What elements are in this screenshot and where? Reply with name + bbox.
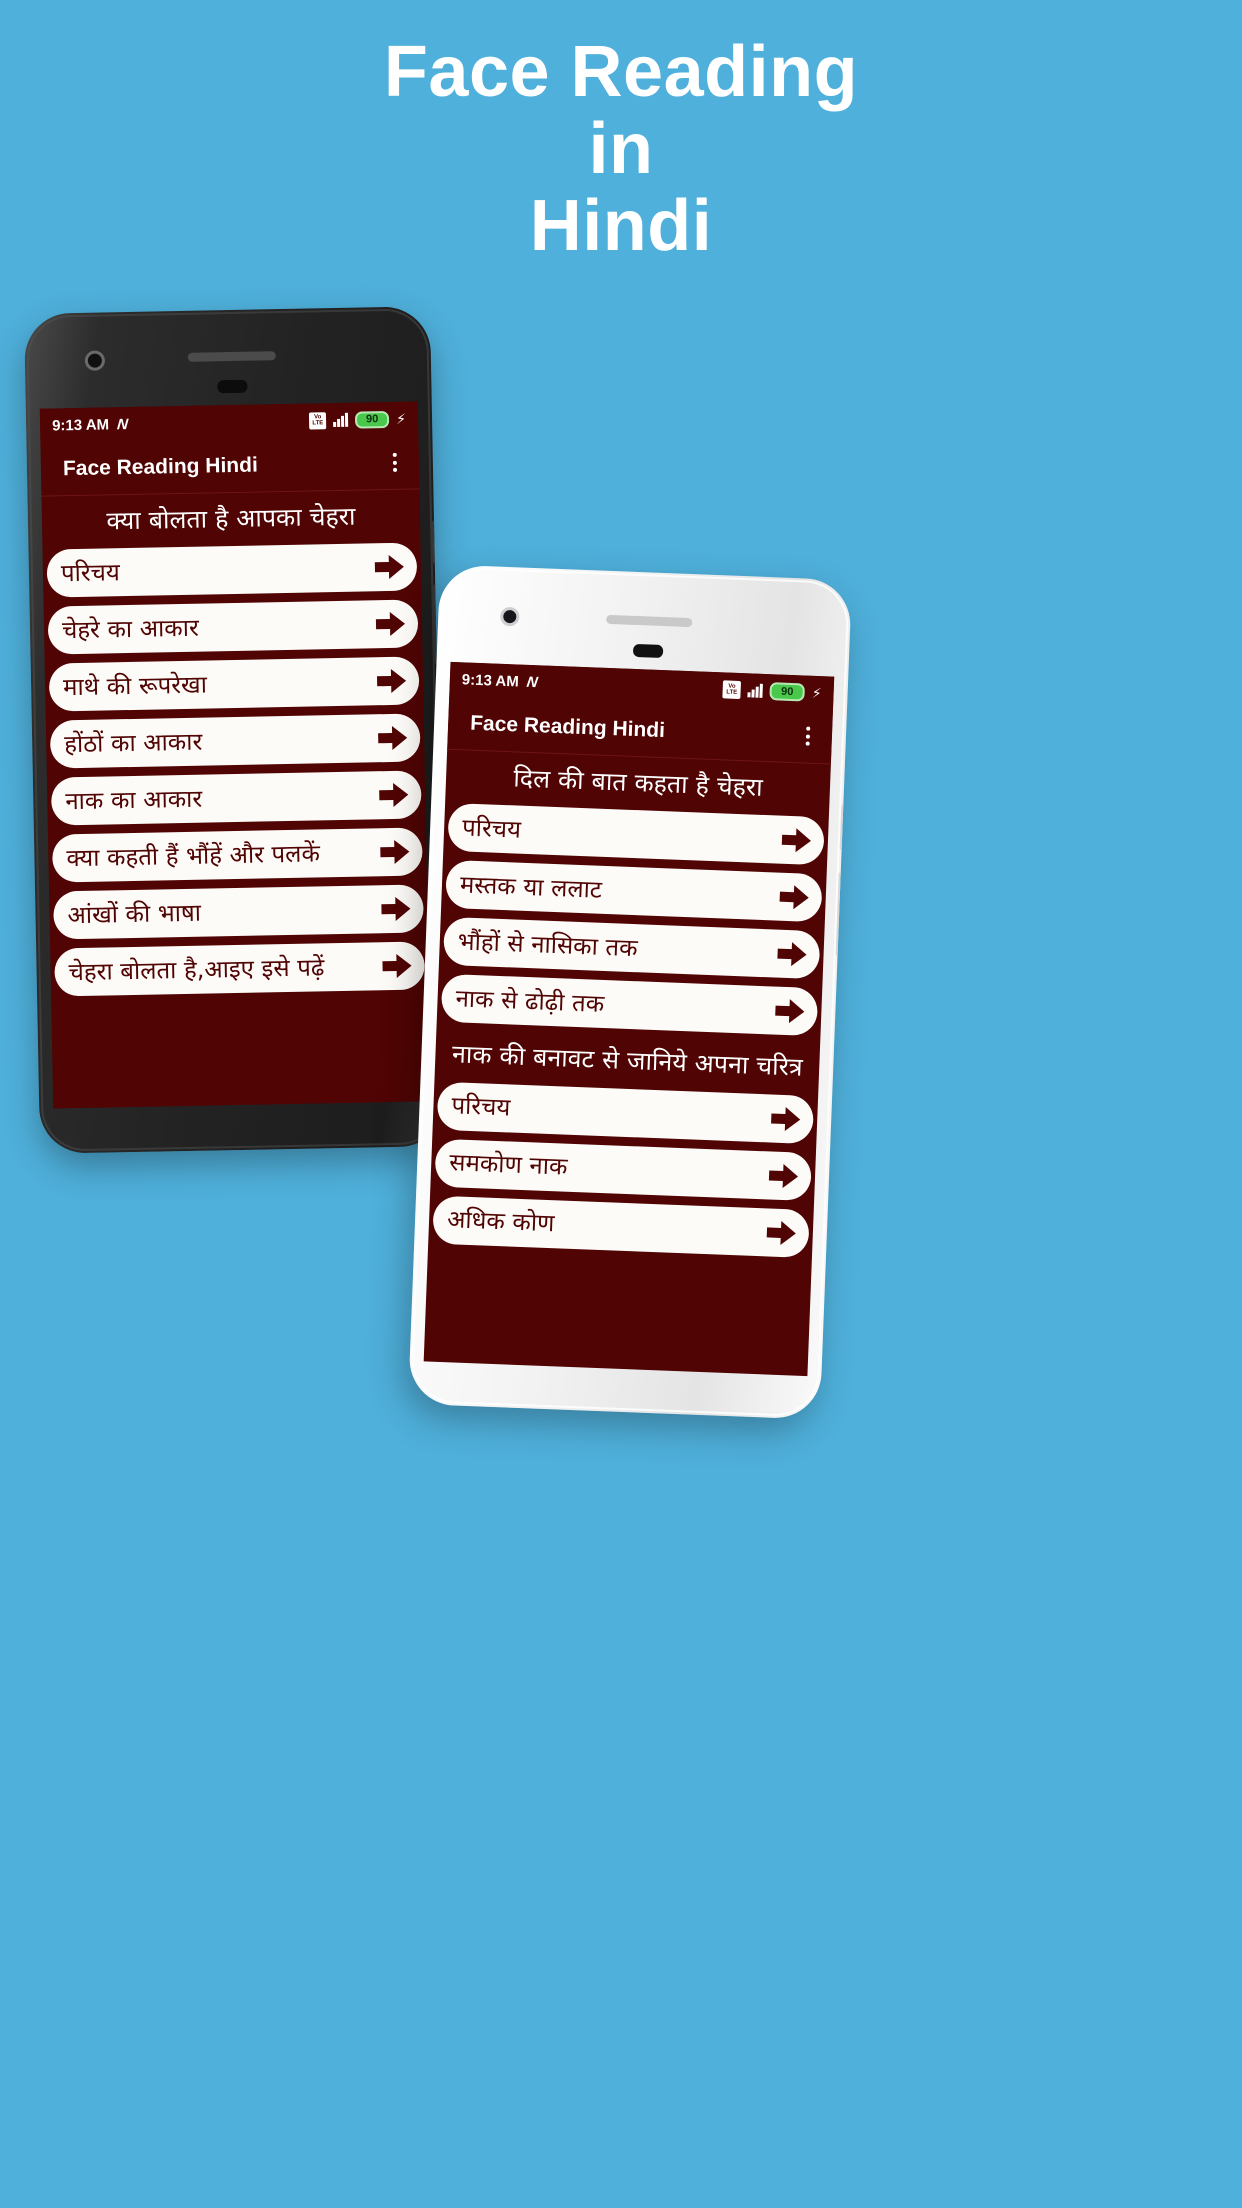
arrow-right-icon xyxy=(374,609,409,640)
list-item-label: चेहरा बोलता है,आइए इसे पढ़ें xyxy=(68,952,325,986)
proximity-sensor xyxy=(632,643,664,659)
list-item[interactable]: आंखों की भाषा xyxy=(53,884,424,940)
list-item[interactable]: भौंहों से नासिका तक xyxy=(442,917,821,980)
list-item-label: चेहरे का आकार xyxy=(61,613,199,644)
topic-list: परिचय समकोण नाक अधिक कोण xyxy=(428,1081,818,1258)
list-item-label: क्या कहती हैं भौंहें और पलकें xyxy=(66,839,321,872)
volume-button[interactable] xyxy=(432,520,438,565)
arrow-right-icon xyxy=(764,1217,799,1248)
section-block: नाक की बनावट से जानिये अपना चरित्र परिचय… xyxy=(428,1028,820,1258)
list-item-label: आंखों की भाषा xyxy=(67,898,202,929)
list-item-label: नाक का आकार xyxy=(65,784,203,815)
list-item-label: नाक से ढोढ़ी तक xyxy=(455,983,605,1018)
signal-bars-icon xyxy=(333,412,349,428)
list-item[interactable]: समकोण नाक xyxy=(434,1138,812,1201)
list-item[interactable]: क्या कहती हैं भौंहें और पलकें xyxy=(51,827,423,883)
list-item-label: परिचय xyxy=(450,1091,511,1122)
list-item-label: अधिक कोण xyxy=(446,1205,555,1238)
overflow-menu-icon[interactable] xyxy=(392,452,398,474)
nfc-icon: N xyxy=(525,673,538,691)
list-item[interactable]: अधिक कोण xyxy=(432,1195,810,1258)
promo-headline-line-3: Hindi xyxy=(529,186,713,267)
app-bar: Face Reading Hindi xyxy=(40,435,420,497)
proximity-sensor xyxy=(217,379,248,394)
app-bar-title: Face Reading Hindi xyxy=(62,453,259,480)
list-item-label: भौंहों से नासिका तक xyxy=(457,926,639,962)
arrow-right-icon xyxy=(379,894,414,925)
arrow-right-icon xyxy=(375,666,410,697)
left-phone-content: क्या बोलता है आपका चेहरा परिचय चेहरे का … xyxy=(41,489,430,997)
arrow-right-icon xyxy=(378,837,413,868)
list-item[interactable]: माथे की रूपरेखा xyxy=(48,656,420,712)
phone-mockup-right: 9:13 AM N Vo LTE 90 ⚡ Face Reading Hindi xyxy=(408,564,852,1420)
battery-level-label: 90 xyxy=(365,413,379,426)
volume-button[interactable] xyxy=(839,803,847,851)
list-item-label: परिचय xyxy=(461,813,522,844)
list-item[interactable]: चेहरे का आकार xyxy=(47,599,419,655)
arrow-right-icon xyxy=(769,1103,804,1134)
battery-level-label: 90 xyxy=(780,685,794,699)
earpiece-speaker xyxy=(187,351,276,362)
arrow-right-icon xyxy=(380,951,415,982)
list-item[interactable]: होंठों का आकार xyxy=(49,713,421,769)
volte-icon: Vo LTE xyxy=(309,411,327,430)
arrow-right-icon xyxy=(773,996,808,1027)
charging-bolt-icon: ⚡ xyxy=(811,684,822,701)
list-item[interactable]: मस्तक या ललाट xyxy=(445,860,823,923)
status-time: 9:13 AM xyxy=(461,670,520,690)
list-item-label: मस्तक या ललाट xyxy=(459,870,603,904)
status-time: 9:13 AM xyxy=(51,415,110,434)
right-phone-content: दिल की बात कहता है चेहरा परिचय मस्तक या … xyxy=(428,750,831,1258)
promo-headline-line-2: in xyxy=(588,109,654,190)
phone-screen-right: 9:13 AM N Vo LTE 90 ⚡ Face Reading Hindi xyxy=(423,661,835,1377)
section-block: दिल की बात कहता है चेहरा परिचय मस्तक या … xyxy=(437,750,831,1037)
volte-bottom-label: LTE xyxy=(726,689,738,696)
arrow-right-icon xyxy=(377,780,412,811)
arrow-right-icon xyxy=(767,1160,802,1191)
list-item[interactable]: चेहरा बोलता है,आइए इसे पढ़ें xyxy=(54,941,426,997)
arrow-right-icon xyxy=(779,825,814,856)
battery-icon: 90 xyxy=(355,410,390,429)
arrow-right-icon xyxy=(777,882,812,913)
signal-bars-icon xyxy=(747,683,764,698)
arrow-right-icon xyxy=(775,939,810,970)
arrow-right-icon xyxy=(373,552,408,583)
section-heading: क्या बोलता है आपका चेहरा xyxy=(106,501,356,536)
app-bar-title: Face Reading Hindi xyxy=(469,711,666,742)
promo-headline: Face Reading in Hindi xyxy=(0,32,1242,267)
arrow-right-icon xyxy=(376,723,411,754)
phone-mockup-left: 9:13 AM N Vo LTE 90 ⚡ Face Reading Hindi xyxy=(23,306,447,1154)
list-item-label: होंठों का आकार xyxy=(63,727,203,758)
battery-icon: 90 xyxy=(769,682,806,702)
charging-bolt-icon: ⚡ xyxy=(396,410,407,427)
overflow-menu-icon[interactable] xyxy=(805,725,811,747)
volte-bottom-label: LTE xyxy=(312,420,324,427)
list-item[interactable]: परिचय xyxy=(46,542,418,598)
list-item-label: परिचय xyxy=(60,557,121,587)
nfc-icon: N xyxy=(116,415,128,433)
list-item[interactable]: नाक से ढोढ़ी तक xyxy=(440,974,819,1037)
volte-icon: Vo LTE xyxy=(722,680,742,700)
topic-list: परिचय मस्तक या ललाट भौंहों से नासिका तक … xyxy=(437,803,829,1037)
list-item[interactable]: नाक का आकार xyxy=(50,770,422,826)
section-block: क्या बोलता है आपका चेहरा परिचय चेहरे का … xyxy=(41,489,430,997)
topic-list: परिचय चेहरे का आकार माथे की रूपरेखा होंठ… xyxy=(43,542,430,997)
promo-headline-line-1: Face Reading xyxy=(383,32,859,112)
list-item-label: समकोण नाक xyxy=(448,1148,568,1181)
phone-screen-left: 9:13 AM N Vo LTE 90 ⚡ Face Reading Hindi xyxy=(39,401,432,1109)
list-item-label: माथे की रूपरेखा xyxy=(62,670,208,701)
